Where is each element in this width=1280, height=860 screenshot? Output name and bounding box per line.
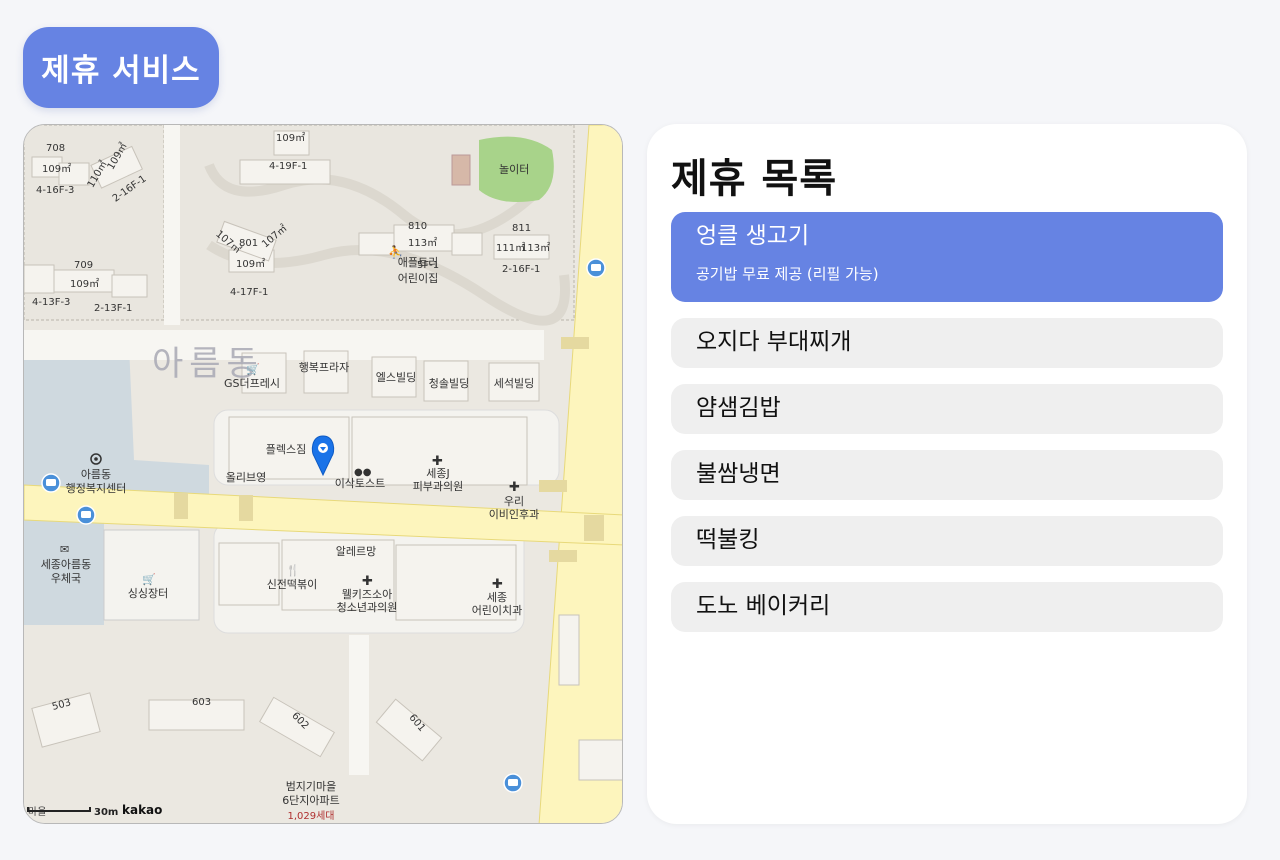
partner-item-name: 떡불킹 xyxy=(696,527,760,554)
svg-text:범지기마을: 범지기마을 xyxy=(286,780,337,793)
svg-text:청소년과의원: 청소년과의원 xyxy=(337,601,398,614)
svg-text:GS더프레시: GS더프레시 xyxy=(224,377,280,390)
bus-stop-icon[interactable] xyxy=(586,258,606,278)
svg-text:2-16F-1: 2-16F-1 xyxy=(502,264,540,275)
svg-text:801: 801 xyxy=(239,238,258,249)
svg-text:어린이집: 어린이집 xyxy=(398,272,438,285)
svg-text:어린이치과: 어린이치과 xyxy=(472,604,523,617)
svg-text:109㎡: 109㎡ xyxy=(42,163,71,175)
partner-item-name: 불쌈냉면 xyxy=(696,461,781,488)
partner-item-name: 얌샘김밥 xyxy=(696,395,781,422)
svg-text:세석빌딩: 세석빌딩 xyxy=(494,377,534,390)
page-title-badge: 제휴 서비스 xyxy=(23,27,219,108)
map-canvas[interactable]: 놀이터 아름동 708 109㎡ 4-16F-3 110㎡ 109㎡ 2-16F… xyxy=(24,125,623,824)
svg-text:4-19F-1: 4-19F-1 xyxy=(269,161,307,172)
page-title: 제휴 서비스 xyxy=(41,53,201,89)
svg-text:플렉스짐: 플렉스짐 xyxy=(266,443,306,456)
svg-text:✚: ✚ xyxy=(362,574,373,589)
svg-text:웰키즈소아: 웰키즈소아 xyxy=(342,588,393,601)
bus-stop-icon[interactable] xyxy=(76,505,96,525)
svg-text:113㎡: 113㎡ xyxy=(408,237,437,249)
svg-text:4-16F-3: 4-16F-3 xyxy=(36,185,74,196)
partner-item-tteokbulking[interactable]: 떡불킹 xyxy=(671,516,1223,566)
svg-text:행정복지센터: 행정복지센터 xyxy=(66,482,127,495)
map-label-playground: 놀이터 xyxy=(499,163,529,176)
svg-text:4-13F-3: 4-13F-3 xyxy=(32,297,70,308)
svg-text:2-13F-1: 2-13F-1 xyxy=(94,303,132,314)
partner-item-uncle-meat[interactable]: 엉클 생고기 공기밥 무료 제공 (리필 가능) xyxy=(671,212,1223,302)
svg-text:엘스빌딩: 엘스빌딩 xyxy=(376,371,416,384)
map-provider-logo[interactable]: kakao xyxy=(122,803,162,817)
svg-text:🛒: 🛒 xyxy=(246,363,260,376)
svg-text:🍴: 🍴 xyxy=(286,564,300,577)
map-building-small xyxy=(451,154,471,186)
partner-item-bulssam[interactable]: 불쌈냉면 xyxy=(671,450,1223,500)
svg-text:✚: ✚ xyxy=(509,480,520,495)
svg-text:피부과의원: 피부과의원 xyxy=(413,480,464,493)
svg-text:신전떡볶이: 신전떡볶이 xyxy=(267,578,318,591)
svg-text:709: 709 xyxy=(74,260,93,271)
bus-stop-icon[interactable] xyxy=(41,473,61,493)
bus-stop-icon[interactable] xyxy=(503,773,523,793)
svg-text:올리브영: 올리브영 xyxy=(226,471,266,484)
map-road-side xyxy=(164,125,180,325)
svg-text:810: 810 xyxy=(408,221,427,232)
map-label-households: 1,029세대 xyxy=(287,810,334,822)
svg-text:청솔빌딩: 청솔빌딩 xyxy=(429,377,469,390)
svg-text:6단지아파트: 6단지아파트 xyxy=(282,794,340,807)
partner-item-dono-bakery[interactable]: 도노 베이커리 xyxy=(671,582,1223,632)
svg-text:811: 811 xyxy=(512,223,531,234)
map-road-side-2 xyxy=(349,635,369,775)
map-scale-label: 30m xyxy=(94,807,118,818)
svg-text:109㎡: 109㎡ xyxy=(236,258,265,270)
partner-list: 엉클 생고기 공기밥 무료 제공 (리필 가능) 오지다 부대찌개 얌샘김밥 불… xyxy=(671,212,1223,648)
svg-text:✉: ✉ xyxy=(60,543,69,556)
panel-title: 제휴 목록 xyxy=(671,156,838,202)
svg-text:아름동: 아름동 xyxy=(81,468,111,481)
svg-text:4-17F-1: 4-17F-1 xyxy=(230,287,268,298)
svg-text:이비인후과: 이비인후과 xyxy=(489,508,540,521)
svg-text:이삭토스트: 이삭토스트 xyxy=(335,477,386,490)
svg-text:우체국: 우체국 xyxy=(51,572,81,585)
partner-item-name: 엉클 생고기 xyxy=(696,223,810,249)
svg-text:세종: 세종 xyxy=(487,591,507,604)
svg-text:113㎡: 113㎡ xyxy=(521,242,550,254)
partner-item-name: 오지다 부대찌개 xyxy=(696,329,852,356)
map-view[interactable]: 놀이터 아름동 708 109㎡ 4-16F-3 110㎡ 109㎡ 2-16F… xyxy=(23,124,623,824)
svg-text:🛒: 🛒 xyxy=(142,573,156,586)
partner-list-panel: 제휴 목록 엉클 생고기 공기밥 무료 제공 (리필 가능) 오지다 부대찌개 … xyxy=(647,124,1247,824)
svg-text:알레르망: 알레르망 xyxy=(336,544,376,558)
svg-text:행복프라자: 행복프라자 xyxy=(299,361,350,374)
svg-text:708: 708 xyxy=(46,143,65,154)
partner-item-name: 도노 베이커리 xyxy=(696,593,831,620)
svg-text:싱싱장터: 싱싱장터 xyxy=(128,587,168,600)
svg-text:세종J: 세종J xyxy=(426,467,449,480)
partner-item-desc: 공기밥 무료 제공 (리필 가능) xyxy=(696,265,879,284)
partner-item-yamsaem[interactable]: 얌샘김밥 xyxy=(671,384,1223,434)
svg-text:603: 603 xyxy=(192,697,211,708)
svg-text:109㎡: 109㎡ xyxy=(70,278,99,290)
svg-text:우리: 우리 xyxy=(504,495,524,508)
partner-item-ojida[interactable]: 오지다 부대찌개 xyxy=(671,318,1223,368)
svg-text:세종아름동: 세종아름동 xyxy=(41,558,92,571)
svg-text:애플트리: 애플트리 xyxy=(398,256,438,269)
svg-text:✚: ✚ xyxy=(492,577,503,592)
svg-text:109㎡: 109㎡ xyxy=(276,132,305,144)
